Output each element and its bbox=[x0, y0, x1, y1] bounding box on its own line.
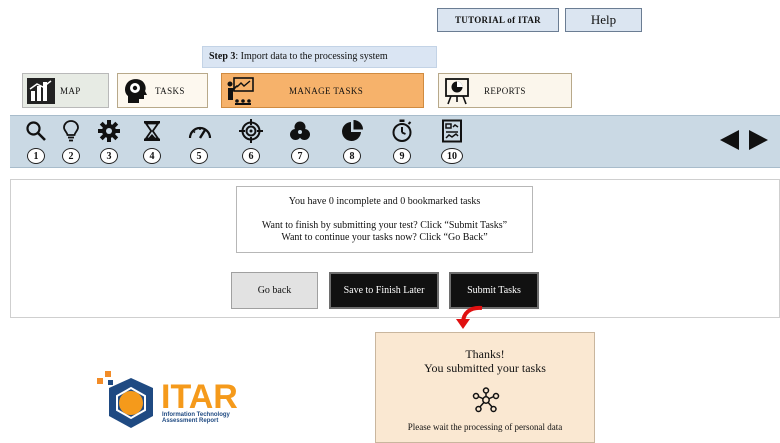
tool-number: 4 bbox=[143, 148, 161, 164]
arrow-right-icon[interactable] bbox=[746, 128, 770, 157]
tool-number: 2 bbox=[62, 148, 80, 164]
step-text: : Import data to the processing system bbox=[235, 51, 388, 62]
message-line-3: Want to continue your tasks now? Click “… bbox=[281, 232, 488, 243]
tab-tasks-label: TASKS bbox=[155, 85, 185, 96]
help-button[interactable]: Help bbox=[565, 8, 642, 32]
tool-number: 7 bbox=[291, 148, 309, 164]
report-icon bbox=[440, 119, 464, 143]
tool-number: 5 bbox=[190, 148, 208, 164]
thanks-wait-text: Please wait the processing of personal d… bbox=[407, 422, 563, 432]
save-later-button[interactable]: Save to Finish Later bbox=[329, 272, 439, 309]
tool-number: 10 bbox=[441, 148, 463, 164]
tool-9[interactable]: 9 bbox=[387, 119, 417, 165]
circles-icon bbox=[288, 119, 312, 143]
stopwatch-icon bbox=[390, 119, 414, 143]
bar-chart-icon bbox=[26, 76, 56, 106]
submit-tasks-button[interactable]: Submit Tasks bbox=[449, 272, 539, 309]
thanks-subtitle: You submitted your tasks bbox=[424, 361, 546, 375]
pie-board-icon bbox=[442, 76, 472, 106]
logo-tagline-2: Assessment Report bbox=[162, 418, 218, 424]
tutorial-button[interactable]: TUTORIAL of ITAR bbox=[437, 8, 559, 32]
gear-icon bbox=[97, 119, 121, 143]
tab-map-label: MAP bbox=[60, 85, 81, 96]
pie-icon bbox=[340, 119, 364, 143]
network-icon bbox=[472, 387, 500, 418]
tab-tasks[interactable]: TASKS bbox=[117, 73, 208, 108]
presentation-icon bbox=[225, 76, 255, 106]
itar-logo: ITAR Information Technology Assessment R… bbox=[95, 368, 275, 443]
step-number: Step 3 bbox=[209, 51, 236, 62]
tab-map[interactable]: MAP bbox=[22, 73, 109, 108]
tab-manage-label: MANAGE TASKS bbox=[289, 85, 364, 96]
hourglass-icon bbox=[140, 119, 164, 143]
go-back-button[interactable]: Go back bbox=[231, 272, 318, 309]
step-banner: Step 3: Import data to the processing sy… bbox=[202, 46, 437, 68]
arrow-left-icon[interactable] bbox=[718, 128, 742, 157]
status-message: You have 0 incomplete and 0 bookmarked t… bbox=[236, 186, 533, 253]
head-gear-icon bbox=[121, 76, 151, 106]
tab-reports[interactable]: REPORTS bbox=[438, 73, 572, 108]
tool-number: 8 bbox=[343, 148, 361, 164]
tool-8[interactable]: 8 bbox=[337, 119, 367, 165]
tool-10[interactable]: 10 bbox=[437, 119, 467, 165]
message-line-1: You have 0 incomplete and 0 bookmarked t… bbox=[288, 196, 481, 207]
tool-number: 3 bbox=[100, 148, 118, 164]
tool-number: 1 bbox=[27, 148, 45, 164]
tool-7[interactable]: 7 bbox=[285, 119, 315, 165]
thanks-title: Thanks! bbox=[465, 347, 505, 361]
tool-1[interactable]: 1 bbox=[21, 119, 51, 165]
crosshair-icon bbox=[239, 119, 263, 143]
tool-3[interactable]: 3 bbox=[94, 119, 124, 165]
tab-manage-tasks[interactable]: MANAGE TASKS bbox=[221, 73, 424, 108]
tool-2[interactable]: 2 bbox=[56, 119, 86, 165]
search-icon bbox=[24, 119, 48, 143]
message-line-2: Want to finish by submitting your test? … bbox=[261, 220, 508, 231]
tool-4[interactable]: 4 bbox=[137, 119, 167, 165]
thanks-panel: Thanks! You submitted your tasks Please … bbox=[375, 332, 595, 443]
lightbulb-icon bbox=[59, 119, 83, 143]
gauge-icon bbox=[187, 119, 212, 143]
tool-6[interactable]: 6 bbox=[236, 119, 266, 165]
logo-wordmark: ITAR bbox=[161, 378, 238, 416]
tool-number: 9 bbox=[393, 148, 411, 164]
tool-number: 6 bbox=[242, 148, 260, 164]
tool-5[interactable]: 5 bbox=[184, 119, 214, 165]
tab-reports-label: REPORTS bbox=[484, 85, 526, 96]
